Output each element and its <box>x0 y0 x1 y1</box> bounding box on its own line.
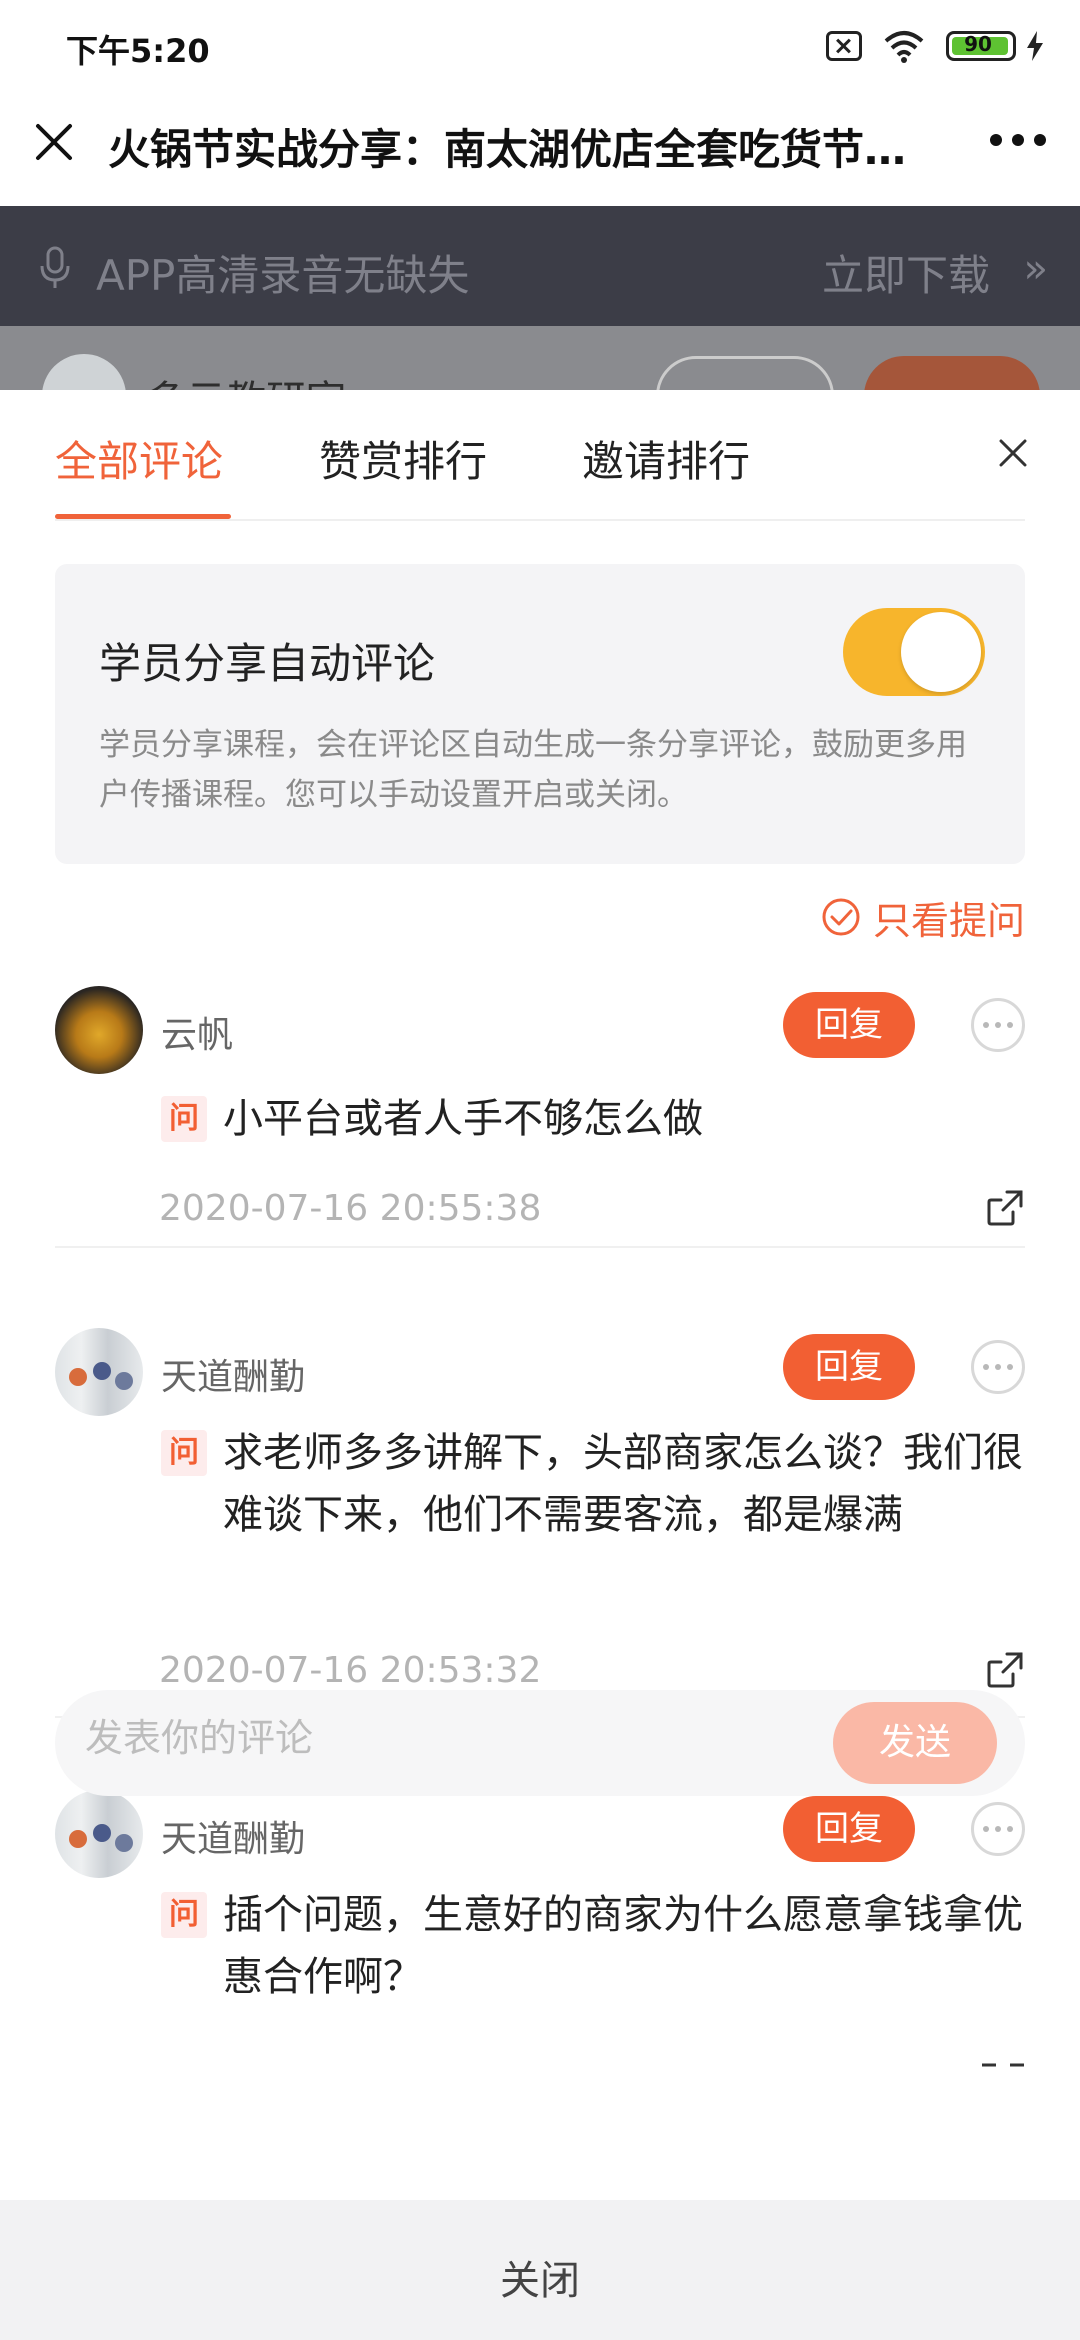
auto-share-title: 学员分享自动评论 <box>99 639 436 688</box>
avatar[interactable] <box>55 1328 143 1416</box>
auto-share-card: 学员分享自动评论 学员分享课程，会在评论区自动生成一条分享评论，鼓励更多用户传播… <box>55 564 1025 864</box>
chevron-right-icon: » <box>1023 246 1048 292</box>
sim-off-icon <box>826 31 862 61</box>
comment-text: 插个问题，生意好的商家为什么愿意拿钱拿优惠合作啊？ <box>223 1892 1023 2000</box>
underlay-name: 多云教研室 <box>146 368 346 390</box>
close-icon[interactable] <box>30 118 78 166</box>
comment-user: 天道酬勤 <box>161 1357 306 1398</box>
comment-text: 小平台或者人手不够怎么做 <box>223 1096 703 1142</box>
battery-icon: 90 <box>946 31 1016 61</box>
download-link[interactable]: 立即下载 <box>822 242 990 303</box>
auto-share-toggle[interactable] <box>843 608 985 696</box>
only-questions-filter[interactable]: 只看提问 <box>821 892 1025 943</box>
courseware-button <box>656 356 834 390</box>
app-download-banner[interactable]: APP高清录音无缺失 立即下载 » <box>0 206 1080 326</box>
comment-item: 天道酬勤 回复 问 插个问题，生意好的商家为什么愿意拿钱拿优惠合作啊？ <box>55 1790 1025 2050</box>
tab-all-comments[interactable]: 全部评论 <box>55 428 223 489</box>
comment-time: 2020-07-16 20:53:32 <box>159 1650 542 1691</box>
share-icon-partial <box>982 2063 1024 2067</box>
comment-text: 求老师多多讲解下，头部商家怎么谈？我们很难谈下来，他们不需要客流，都是爆满 <box>223 1430 1023 1538</box>
share-icon[interactable] <box>985 1188 1025 1228</box>
tab-reward-ranking[interactable]: 赞赏排行 <box>319 428 487 489</box>
close-button[interactable]: 关闭 <box>0 2248 1080 2306</box>
reply-button[interactable]: 回复 <box>783 1334 915 1400</box>
tab-bar: 全部评论 赞赏排行 邀请排行 <box>0 390 1080 521</box>
share-icon[interactable] <box>985 1650 1025 1690</box>
wifi-icon <box>884 31 924 63</box>
question-badge: 问 <box>161 1096 207 1142</box>
status-icons: 90 <box>826 26 1044 66</box>
nav-bar: 火锅节实战分享：南太湖优店全套吃货节… <box>0 90 1080 206</box>
status-bar: 下午5:20 90 <box>0 0 1080 90</box>
invite-button <box>864 356 1040 390</box>
comment-user: 云帆 <box>161 1015 234 1056</box>
page-title: 火锅节实战分享：南太湖优店全套吃货节… <box>108 125 907 174</box>
toggle-knob <box>901 612 981 692</box>
send-button[interactable]: 发送 <box>833 1702 997 1784</box>
avatar[interactable] <box>55 1790 143 1878</box>
comment-item: 天道酬勤 回复 问 求老师多多讲解下，头部商家怎么谈？我们很难谈下来，他们不需要… <box>55 1328 1025 1718</box>
tab-invite-ranking[interactable]: 邀请排行 <box>582 428 750 489</box>
microphone-icon <box>40 246 70 288</box>
more-options-icon[interactable] <box>971 998 1025 1052</box>
comment-time: 2020-07-16 20:55:38 <box>159 1188 542 1229</box>
close-footer[interactable]: 关闭 <box>0 2200 1080 2340</box>
comment-user: 天道酬勤 <box>161 1819 306 1860</box>
more-options-icon[interactable] <box>971 1340 1025 1394</box>
reply-button[interactable]: 回复 <box>783 992 915 1058</box>
close-icon[interactable] <box>998 438 1028 468</box>
comment-sheet: 全部评论 赞赏排行 邀请排行 学员分享自动评论 学员分享课程，会在评论区自动生成… <box>0 390 1080 2200</box>
question-badge: 问 <box>161 1430 207 1476</box>
more-options-icon[interactable] <box>971 1802 1025 1856</box>
comment-input[interactable] <box>85 1716 785 1760</box>
reply-button[interactable]: 回复 <box>783 1796 915 1862</box>
avatar <box>42 354 126 390</box>
auto-share-description: 学员分享课程，会在评论区自动生成一条分享评论，鼓励更多用户传播课程。您可以手动设… <box>99 727 967 813</box>
check-circle-icon <box>822 898 860 936</box>
battery-level: 90 <box>964 32 992 56</box>
status-time: 下午5:20 <box>66 32 210 70</box>
banner-text: APP高清录音无缺失 <box>96 251 470 300</box>
comment-item: 云帆 回复 问 小平台或者人手不够怎么做 2020-07-16 20:55:38 <box>55 986 1025 1248</box>
divider <box>55 519 1025 521</box>
charging-bolt-icon <box>1027 31 1043 61</box>
avatar[interactable] <box>55 986 143 1074</box>
more-dots-icon[interactable] <box>990 134 1046 150</box>
comment-composer: 发送 <box>55 1690 1025 1796</box>
divider <box>55 1246 1025 1248</box>
only-questions-label: 只看提问 <box>872 898 1025 943</box>
question-badge: 问 <box>161 1892 207 1938</box>
underlay-row: 多云教研室 <box>0 326 1080 390</box>
